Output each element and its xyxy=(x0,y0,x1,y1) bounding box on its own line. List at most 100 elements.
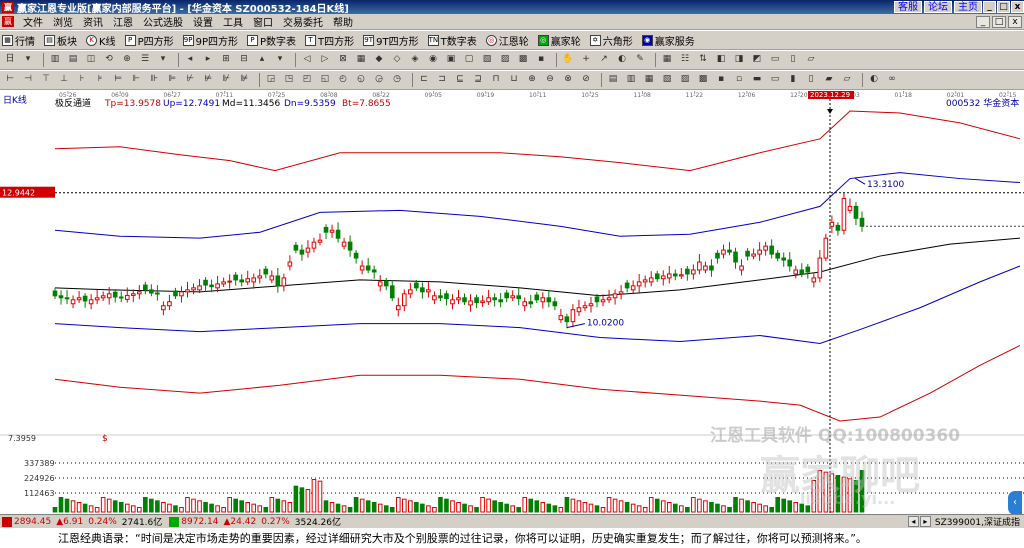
child-close-button[interactable]: x xyxy=(1008,15,1022,28)
toolbar2-tool-icon[interactable]: + xyxy=(579,53,593,67)
toolbar2-tool-icon[interactable]: ▤ xyxy=(66,53,80,67)
toolbar2-tool-icon[interactable]: ▢ xyxy=(462,53,476,67)
winner-wheel-tool[interactable]: ◎ 赢家轮 xyxy=(537,33,581,48)
toolbar3-tool-icon[interactable]: ▰ xyxy=(822,73,836,87)
toolbar3-tool-icon[interactable]: ⊪ xyxy=(147,73,161,87)
toolbar3-tool-icon[interactable]: ⊬ xyxy=(183,73,197,87)
toolbar2-tool-icon[interactable]: ▾ xyxy=(273,53,287,67)
toolbar2-tool-icon[interactable]: ◩ xyxy=(750,53,764,67)
toolbar3-tool-icon[interactable]: ⊓ xyxy=(489,73,503,87)
menu-window[interactable]: 窗口 xyxy=(248,14,278,29)
toolbar2-tool-icon[interactable]: ✎ xyxy=(633,53,647,67)
toolbar2-tool-icon[interactable]: ◈ xyxy=(408,53,422,67)
toolbar3-tool-icon[interactable]: ◐ xyxy=(867,73,881,87)
menu-file[interactable]: 文件 xyxy=(18,14,48,29)
toolbar3-tool-icon[interactable]: ⊦ xyxy=(75,73,89,87)
toolbar3-tool-icon[interactable]: ◷ xyxy=(390,73,404,87)
menu-browse[interactable]: 浏览 xyxy=(48,14,78,29)
toolbar2-tool-icon[interactable]: ▾ xyxy=(156,53,170,67)
toolbar3-tool-icon[interactable]: ◲ xyxy=(264,73,278,87)
toolbar2-tool-icon[interactable]: ☰ xyxy=(138,53,152,67)
toolbar3-tool-icon[interactable]: ⊑ xyxy=(453,73,467,87)
toolbar3-tool-icon[interactable]: ⊔ xyxy=(507,73,521,87)
toolbar3-tool-icon[interactable]: ◵ xyxy=(354,73,368,87)
toolbar2-tool-icon[interactable]: ↗ xyxy=(597,53,611,67)
gann-wheel-tool[interactable]: ◎ 江恩轮 xyxy=(485,33,529,48)
toolbar3-tool-icon[interactable]: ⊕ xyxy=(525,73,539,87)
toolbar3-tool-icon[interactable]: ⊫ xyxy=(165,73,179,87)
toolbar2-tool-icon[interactable]: ▾ xyxy=(21,53,35,67)
toolbar3-tool-icon[interactable]: ⊏ xyxy=(417,73,431,87)
toolbar2-tool-icon[interactable]: ◆ xyxy=(372,53,386,67)
close-button[interactable]: x xyxy=(1011,1,1024,13)
toolbar3-tool-icon[interactable]: ▮ xyxy=(786,73,800,87)
toolbar2-tool-icon[interactable]: ▩ xyxy=(516,53,530,67)
toolbar2-tool-icon[interactable]: ▯ xyxy=(786,53,800,67)
toolbar3-tool-icon[interactable]: ◴ xyxy=(336,73,350,87)
homepage-button[interactable]: 主页 xyxy=(954,1,982,13)
9p-square-tool[interactable]: 9P 9P四方形 xyxy=(182,33,238,48)
menu-trade[interactable]: 交易委托 xyxy=(278,14,328,29)
toolbar3-tool-icon[interactable]: ⊭ xyxy=(201,73,215,87)
toolbar3-tool-icon[interactable]: ◱ xyxy=(318,73,332,87)
9t-square-tool[interactable]: 9T 9T四方形 xyxy=(363,33,419,48)
toolbar2-tool-icon[interactable]: ▧ xyxy=(480,53,494,67)
side-panel-toggle-icon[interactable]: ‹ xyxy=(1008,491,1022,515)
toolbar3-tool-icon[interactable]: ▯ xyxy=(804,73,818,87)
menu-formula-screening[interactable]: 公式选股 xyxy=(138,14,188,29)
menu-settings[interactable]: 设置 xyxy=(188,14,218,29)
toolbar2-tool-icon[interactable]: ⇅ xyxy=(696,53,710,67)
kline-chart-panel[interactable]: 05-26 06-09 06-27 07-11 07-25 08-08 08-22 09-05… xyxy=(0,91,1024,515)
child-restore-button[interactable]: □ xyxy=(992,15,1006,28)
toolbar2-tool-icon[interactable]: ◐ xyxy=(615,53,629,67)
p-square-tool[interactable]: P P四方形 xyxy=(124,33,174,48)
menu-gann[interactable]: 江恩 xyxy=(108,14,138,29)
toolbar2-tool-icon[interactable]: ◇ xyxy=(390,53,404,67)
status-scroll-right-button[interactable]: ▸ xyxy=(919,516,931,527)
toolbar3-tool-icon[interactable]: ⊒ xyxy=(471,73,485,87)
toolbar2-tool-icon[interactable]: ▦ xyxy=(354,53,368,67)
minimize-button[interactable]: _ xyxy=(983,1,996,13)
toolbar3-tool-icon[interactable]: ▭ xyxy=(768,73,782,87)
status-scroll-left-button[interactable]: ◂ xyxy=(907,516,919,527)
toolbar2-tool-icon[interactable]: ▥ xyxy=(48,53,62,67)
toolbar3-tool-icon[interactable]: ▪ xyxy=(714,73,728,87)
menu-tools[interactable]: 工具 xyxy=(218,14,248,29)
toolbar2-tool-icon[interactable]: ▣ xyxy=(444,53,458,67)
t-number-table-tool[interactable]: TN T数字表 xyxy=(427,33,477,48)
toolbar3-tool-icon[interactable]: ∞ xyxy=(885,73,899,87)
forum-button[interactable]: 论坛 xyxy=(924,1,952,13)
toolbar3-tool-icon[interactable]: ⊗ xyxy=(561,73,575,87)
toolbar2-tool-icon[interactable]: ⟲ xyxy=(102,53,116,67)
toolbar3-tool-icon[interactable]: ⊩ xyxy=(129,73,143,87)
toolbar2-tool-icon[interactable]: ⊟ xyxy=(237,53,251,67)
toolbar2-tool-icon[interactable]: ⊠ xyxy=(336,53,350,67)
toolbar3-tool-icon[interactable]: ⊥ xyxy=(57,73,71,87)
toolbar2-tool-icon[interactable]: ☷ xyxy=(678,53,692,67)
hexagon-tool[interactable]: ✡ 六角形 xyxy=(589,33,633,48)
p-number-table-tool[interactable]: P P数字表 xyxy=(247,33,296,48)
t-square-tool[interactable]: T T四方形 xyxy=(305,33,354,48)
toolbar3-tool-icon[interactable]: ▤ xyxy=(606,73,620,87)
toolbar3-tool-icon[interactable]: ▫ xyxy=(732,73,746,87)
toolbar3-tool-icon[interactable]: ⊧ xyxy=(93,73,107,87)
toolbar2-tool-icon[interactable]: ▪ xyxy=(534,53,548,67)
menu-help[interactable]: 帮助 xyxy=(328,14,358,29)
toolbar3-tool-icon[interactable]: ◶ xyxy=(372,73,386,87)
toolbar3-tool-icon[interactable]: ▬ xyxy=(750,73,764,87)
toolbar2-tool-icon[interactable]: 日 xyxy=(3,53,17,67)
toolbar2-tool-icon[interactable]: ✋ xyxy=(561,53,575,67)
toolbar3-tool-icon[interactable]: ⊯ xyxy=(237,73,251,87)
toolbar2-tool-icon[interactable]: ▴ xyxy=(255,53,269,67)
toolbar2-tool-icon[interactable]: ▦ xyxy=(660,53,674,67)
maximize-button[interactable]: □ xyxy=(997,1,1010,13)
toolbar3-tool-icon[interactable]: ⊐ xyxy=(435,73,449,87)
toolbar3-tool-icon[interactable]: ▥ xyxy=(624,73,638,87)
toolbar2-tool-icon[interactable]: ◨ xyxy=(732,53,746,67)
toolbar2-tool-icon[interactable]: ◁ xyxy=(300,53,314,67)
toolbar3-tool-icon[interactable]: ▨ xyxy=(678,73,692,87)
toolbar2-tool-icon[interactable]: ▨ xyxy=(498,53,512,67)
toolbar2-tool-icon[interactable]: ◉ xyxy=(426,53,440,67)
toolbar3-tool-icon[interactable]: ▦ xyxy=(642,73,656,87)
customer-service-button[interactable]: 客服 xyxy=(894,1,922,13)
